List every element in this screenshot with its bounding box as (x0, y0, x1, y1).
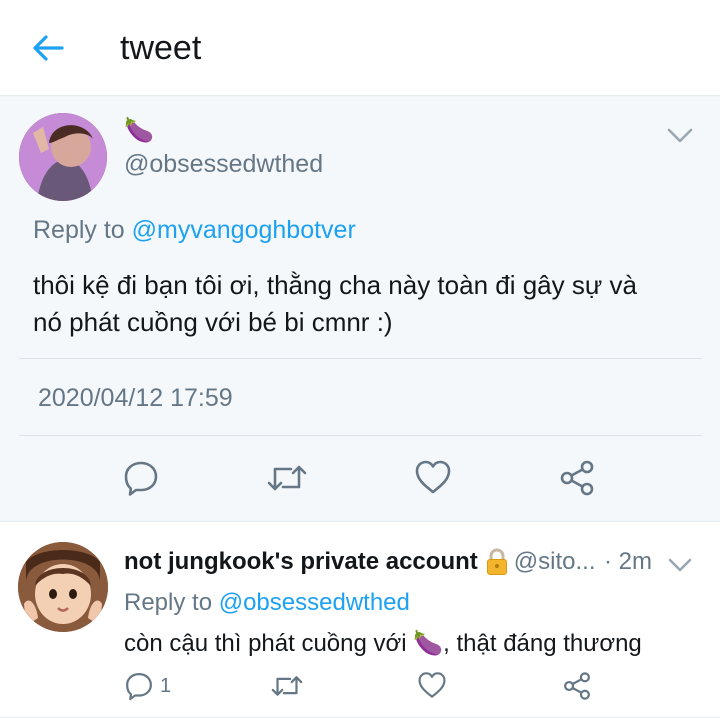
user-handle[interactable]: @sito... (514, 548, 596, 576)
speech-bubble-icon (124, 461, 158, 496)
relative-time: · 2m (604, 548, 652, 575)
chevron-down-icon[interactable] (666, 553, 694, 577)
avatar-image (19, 113, 107, 201)
app-header: tweet (0, 0, 720, 96)
back-button[interactable] (26, 26, 70, 70)
eggplant-emoji: 🍆 (413, 629, 444, 657)
retweet-button[interactable] (266, 459, 308, 497)
avatar[interactable] (18, 542, 108, 632)
reply-tweet[interactable]: not jungkook's private account @sito... … (0, 523, 720, 718)
tweet-text-line: nó phát cuồng với bé bi cmnr :) (33, 307, 393, 337)
heart-icon (415, 460, 451, 494)
tweet-text-line: thôi kệ đi bạn tôi ơi, thằng cha này toà… (33, 270, 637, 300)
retweet-icon (271, 676, 303, 696)
reply-button[interactable]: 1 (124, 671, 171, 701)
share-icon (564, 672, 590, 700)
tweet-text: còn cậu thì phát cuồng với 🍆, thật đáng … (124, 626, 642, 661)
reply-header: not jungkook's private account @sito... (124, 545, 644, 579)
retweet-button[interactable] (270, 671, 304, 701)
display-name-emoji: 🍆 (124, 116, 154, 144)
divider (19, 358, 702, 359)
main-tweet: 🍆 @obsessedwthed Reply to @myvangoghbotv… (0, 97, 720, 522)
share-icon (560, 460, 594, 496)
share-button[interactable] (558, 459, 596, 497)
timestamp: 2020/04/12 17:59 (38, 384, 233, 412)
lock-icon (486, 548, 508, 576)
retweet-icon (267, 465, 307, 491)
avatar-image (18, 542, 108, 632)
display-name[interactable]: not jungkook's private account (124, 548, 478, 576)
divider (19, 435, 702, 436)
tweet-text-part: , thật đáng thương (443, 630, 642, 657)
avatar[interactable] (19, 113, 107, 201)
arrow-left-icon (33, 35, 64, 61)
reply-to-label: Reply to (33, 216, 125, 244)
share-button[interactable] (562, 671, 592, 701)
page-title: tweet (120, 29, 202, 67)
reply-to-label: Reply to (124, 589, 213, 616)
like-button[interactable] (417, 671, 447, 699)
reply-to-line: Reply to @obsessedwthed (124, 587, 410, 619)
reply-count: 1 (160, 674, 172, 697)
reply-to-line: Reply to @myvangoghbotver (33, 214, 356, 246)
reply-to-mention[interactable]: @myvangoghbotver (132, 216, 356, 244)
tweet-text-part: còn cậu thì phát cuồng với (124, 630, 414, 657)
reply-to-mention[interactable]: @obsessedwthed (219, 589, 410, 616)
speech-bubble-icon (126, 673, 152, 701)
reply-button[interactable] (122, 459, 160, 497)
user-handle[interactable]: @obsessedwthed (124, 149, 323, 179)
tweet-text: thôi kệ đi bạn tôi ơi, thằng cha này toà… (33, 267, 693, 341)
like-button[interactable] (414, 459, 452, 495)
heart-icon (418, 672, 446, 698)
chevron-down-icon[interactable] (664, 121, 696, 149)
